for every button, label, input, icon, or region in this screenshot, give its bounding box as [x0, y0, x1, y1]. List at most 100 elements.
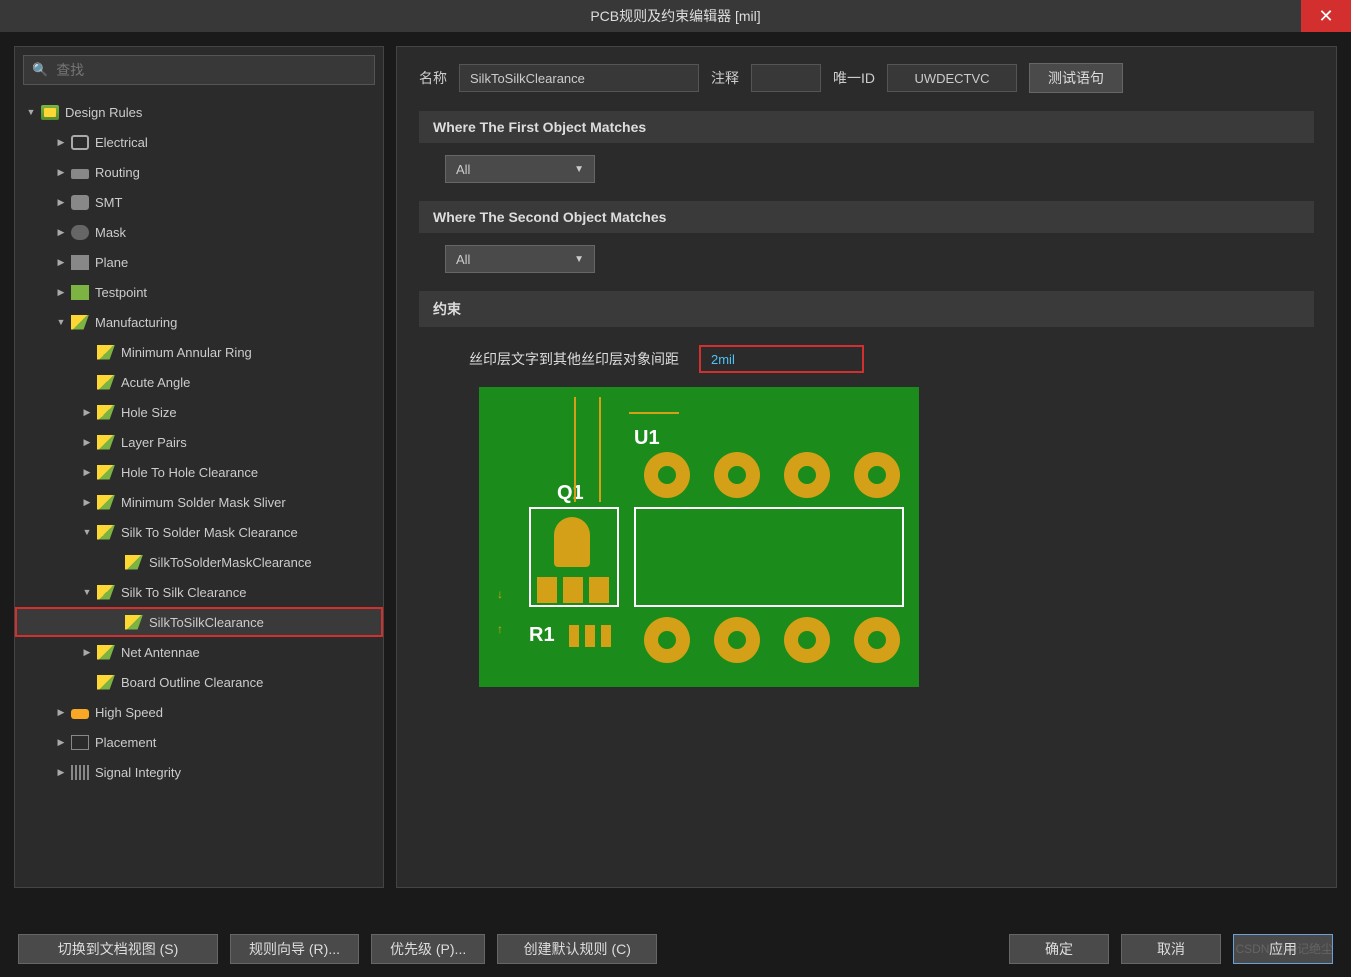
chevron-right-icon: ▶ — [55, 286, 67, 298]
pad — [714, 617, 760, 663]
rule-icon — [97, 645, 115, 660]
chevron-down-icon: ▼ — [55, 316, 67, 328]
pad — [569, 625, 579, 647]
tree-hole-size[interactable]: ▶Hole Size — [15, 397, 383, 427]
name-label: 名称 — [419, 68, 447, 88]
rule-icon — [97, 495, 115, 510]
pad — [784, 617, 830, 663]
rule-icon — [97, 675, 115, 690]
first-match-dropdown[interactable]: All▼ — [445, 155, 595, 183]
folder-icon — [41, 105, 59, 120]
chevron-right-icon: ▶ — [81, 466, 93, 478]
chevron-down-icon: ▼ — [81, 586, 93, 598]
tree-silk-solder-cat[interactable]: ▼Silk To Solder Mask Clearance — [15, 517, 383, 547]
uid-input[interactable] — [887, 64, 1017, 92]
chevron-right-icon: ▶ — [55, 766, 67, 778]
content-panel: 名称 注释 唯一ID 测试语句 Where The First Object M… — [396, 46, 1337, 888]
highspeed-icon — [71, 709, 89, 719]
rule-wizard-button[interactable]: 规则向导 (R)... — [230, 934, 359, 964]
tree-high-speed[interactable]: ▶High Speed — [15, 697, 383, 727]
pad — [589, 577, 609, 603]
tree-design-rules[interactable]: ▼Design Rules — [15, 97, 383, 127]
plane-icon — [71, 255, 89, 270]
cancel-button[interactable]: 取消 — [1121, 934, 1221, 964]
window-title: PCB规则及约束编辑器 [mil] — [590, 6, 760, 26]
rule-icon — [97, 525, 115, 540]
tree-mask[interactable]: ▶Mask — [15, 217, 383, 247]
chevron-right-icon: ▶ — [81, 646, 93, 658]
ok-button[interactable]: 确定 — [1009, 934, 1109, 964]
chevron-right-icon: ▶ — [81, 406, 93, 418]
pcb-preview: U1 Q1 R1 ↓ ↑ — [479, 387, 919, 687]
r1-label: R1 — [529, 624, 555, 647]
second-match-dropdown[interactable]: All▼ — [445, 245, 595, 273]
priority-button[interactable]: 优先级 (P)... — [371, 934, 485, 964]
tree-smt[interactable]: ▶SMT — [15, 187, 383, 217]
chevron-right-icon: ▶ — [55, 136, 67, 148]
name-input[interactable] — [459, 64, 699, 92]
mask-icon — [71, 225, 89, 240]
manufacturing-icon — [71, 315, 89, 330]
rule-icon — [97, 375, 115, 390]
tree-manufacturing[interactable]: ▼Manufacturing — [15, 307, 383, 337]
tree-electrical[interactable]: ▶Electrical — [15, 127, 383, 157]
close-button[interactable]: ✕ — [1301, 0, 1351, 32]
pad — [854, 617, 900, 663]
testpoint-icon — [71, 285, 89, 300]
rule-tree: ▼Design Rules ▶Electrical ▶Routing ▶SMT … — [15, 93, 383, 887]
pad — [537, 577, 557, 603]
tree-placement[interactable]: ▶Placement — [15, 727, 383, 757]
placement-icon — [71, 735, 89, 750]
chevron-down-icon: ▼ — [81, 526, 93, 538]
chevron-right-icon: ▶ — [55, 256, 67, 268]
tree-layer-pairs[interactable]: ▶Layer Pairs — [15, 427, 383, 457]
electrical-icon — [71, 135, 89, 150]
clearance-label: 丝印层文字到其他丝印层对象间距 — [469, 349, 679, 369]
rule-icon — [125, 555, 143, 570]
tree-silk-silk-cat[interactable]: ▼Silk To Silk Clearance — [15, 577, 383, 607]
tree-testpoint[interactable]: ▶Testpoint — [15, 277, 383, 307]
pad — [644, 617, 690, 663]
tree-board-outline[interactable]: Board Outline Clearance — [15, 667, 383, 697]
chevron-right-icon: ▶ — [55, 226, 67, 238]
switch-view-button[interactable]: 切换到文档视图 (S) — [18, 934, 218, 964]
search-box[interactable]: 🔍 — [23, 55, 375, 85]
dim-arrow-icon: ↓ — [497, 587, 503, 601]
pad — [644, 452, 690, 498]
clearance-value-input[interactable]: 2mil — [699, 345, 864, 373]
u1-outline — [634, 507, 904, 607]
pad — [563, 577, 583, 603]
rule-icon — [97, 465, 115, 480]
pad — [554, 517, 590, 567]
chevron-right-icon: ▶ — [81, 496, 93, 508]
rule-icon — [97, 585, 115, 600]
tree-silk-silk-rule[interactable]: SilkToSilkClearance — [15, 607, 383, 637]
tree-routing[interactable]: ▶Routing — [15, 157, 383, 187]
create-default-button[interactable]: 创建默认规则 (C) — [497, 934, 657, 964]
pad — [784, 452, 830, 498]
dim-line — [599, 397, 601, 502]
tree-plane[interactable]: ▶Plane — [15, 247, 383, 277]
chevron-right-icon: ▶ — [81, 436, 93, 448]
tree-min-annular[interactable]: Minimum Annular Ring — [15, 337, 383, 367]
search-input[interactable] — [56, 62, 366, 78]
tree-silk-solder-rule[interactable]: SilkToSolderMaskClearance — [15, 547, 383, 577]
tree-min-solder-mask[interactable]: ▶Minimum Solder Mask Sliver — [15, 487, 383, 517]
sidebar: 🔍 ▼Design Rules ▶Electrical ▶Routing ▶SM… — [14, 46, 384, 888]
rule-icon — [97, 435, 115, 450]
tree-signal-integrity[interactable]: ▶Signal Integrity — [15, 757, 383, 787]
apply-button[interactable]: 应用 — [1233, 934, 1333, 964]
tree-net-antennae[interactable]: ▶Net Antennae — [15, 637, 383, 667]
smt-icon — [71, 195, 89, 210]
rule-icon — [97, 345, 115, 360]
rule-icon — [125, 615, 143, 630]
pad — [714, 452, 760, 498]
search-icon: 🔍 — [32, 62, 48, 78]
comment-input[interactable] — [751, 64, 821, 92]
chevron-down-icon: ▼ — [25, 106, 37, 118]
titlebar: PCB规则及约束编辑器 [mil] ✕ — [0, 0, 1351, 32]
tree-acute-angle[interactable]: Acute Angle — [15, 367, 383, 397]
tree-hole-to-hole[interactable]: ▶Hole To Hole Clearance — [15, 457, 383, 487]
chevron-right-icon: ▶ — [55, 166, 67, 178]
test-query-button[interactable]: 测试语句 — [1029, 63, 1123, 93]
